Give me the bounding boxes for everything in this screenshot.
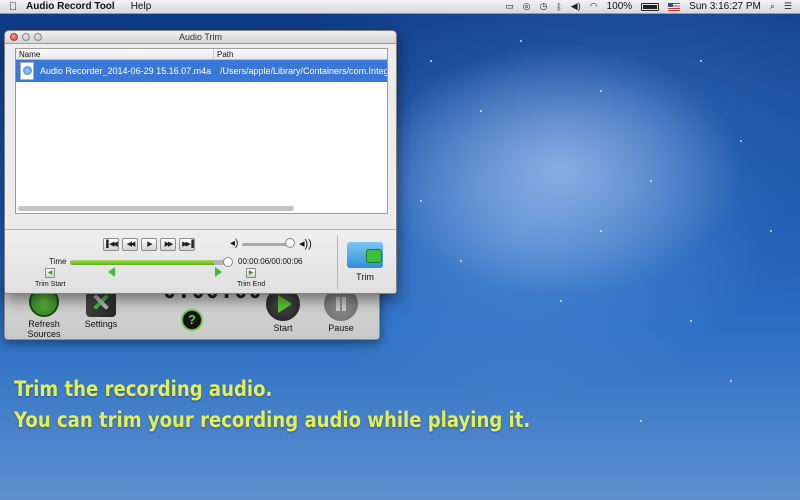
table-header: Name Path xyxy=(16,49,387,60)
bluetooth-icon[interactable]: ᛒ xyxy=(556,2,561,12)
volume-slider-knob[interactable] xyxy=(285,238,295,248)
skip-forward-icon: ▶▶▐ xyxy=(182,241,194,248)
pause-label: Pause xyxy=(328,323,354,333)
help-button[interactable]: ? xyxy=(181,309,205,331)
app-menu[interactable]: Audio Record Tool xyxy=(26,1,115,12)
file-path-cell: /Users/apple/Library/Containers/com.Inte… xyxy=(220,66,387,76)
notification-center-icon[interactable]: ☰ xyxy=(784,1,792,12)
fast-forward-button[interactable]: ▶▶ xyxy=(160,238,176,251)
trim-button[interactable]: Trim xyxy=(343,238,387,282)
help-icon: ? xyxy=(181,309,203,331)
battery-icon[interactable] xyxy=(641,2,660,11)
playback-position-slider[interactable] xyxy=(70,260,227,265)
window-title: Audio Trim xyxy=(178,32,222,42)
status-area: ▭ ◎ ◷ ᛒ ◀) ◠ 100% Sun 3:16:27 PM ⌕ ☰ xyxy=(505,1,800,12)
trim-end-marker[interactable] xyxy=(215,267,222,277)
column-header-name[interactable]: Name xyxy=(16,49,214,59)
close-window-icon[interactable] xyxy=(10,33,18,41)
trim-end-arrow-icon: ▶ xyxy=(248,270,254,276)
trim-controls-panel: ▌◀◀ ◀◀ ▶ ▶▶ ▶▶▐ ◂) ◂)) Time 00:00:06/00:… xyxy=(5,229,396,293)
horizontal-scrollbar[interactable] xyxy=(18,206,294,211)
skip-to-end-button[interactable]: ▶▶▐ xyxy=(179,238,195,251)
time-readout: 00:00:06/00:00:06 xyxy=(238,257,303,266)
rewind-button[interactable]: ◀◀ xyxy=(122,238,138,251)
time-label: Time xyxy=(49,257,67,266)
refresh-sources-button[interactable]: Refresh Sources xyxy=(11,287,77,339)
wifi-icon[interactable]: ◠ xyxy=(590,1,598,12)
display-icon[interactable]: ▭ xyxy=(505,1,514,12)
spotlight-search-icon[interactable]: ⌕ xyxy=(770,1,775,12)
volume-low-icon: ◂) xyxy=(230,238,239,249)
window-controls xyxy=(10,33,42,41)
trim-end-caption: Trim End xyxy=(237,281,266,288)
minimize-window-icon[interactable] xyxy=(22,33,30,41)
start-label: Start xyxy=(273,323,293,333)
apple-logo-icon[interactable]:  xyxy=(0,1,26,13)
zoom-window-icon[interactable] xyxy=(34,33,42,41)
trim-button-label: Trim xyxy=(356,272,374,282)
file-list-table[interactable]: Name Path Audio Recorder_2014-06-29 15.1… xyxy=(15,48,388,214)
refresh-sources-label: Refresh Sources xyxy=(27,319,61,339)
skip-back-icon: ▌◀◀ xyxy=(106,241,118,248)
audio-trim-window: Audio Trim Name Path Audio Recorder_2014… xyxy=(4,30,397,294)
window-titlebar[interactable]: Audio Trim xyxy=(5,31,396,44)
set-trim-start-button[interactable]: ◀ xyxy=(45,268,55,278)
table-row[interactable]: Audio Recorder_2014-06-29 15.16.07.m4a /… xyxy=(16,60,387,82)
play-button[interactable]: ▶ xyxy=(141,238,157,251)
trim-start-caption: Trim Start xyxy=(35,281,66,288)
fast-forward-icon: ▶▶ xyxy=(164,241,174,248)
trim-start-marker[interactable] xyxy=(108,267,115,277)
playback-progress-fill xyxy=(70,260,215,265)
audio-file-icon xyxy=(20,62,34,80)
skip-to-start-button[interactable]: ▌◀◀ xyxy=(103,238,119,251)
menu-clock[interactable]: Sun 3:16:27 PM xyxy=(689,1,761,12)
caption-line-1: Trim the recording audio. xyxy=(14,377,273,401)
promo-caption: Trim the recording audio. You can trim y… xyxy=(14,374,530,436)
transport-controls: ▌◀◀ ◀◀ ▶ ▶▶ ▶▶▐ xyxy=(103,238,195,251)
volume-high-icon: ◂)) xyxy=(299,238,312,250)
help-menu[interactable]: Help xyxy=(131,1,152,12)
time-machine-icon[interactable]: ◷ xyxy=(540,1,548,12)
caption-line-2: You can trim your recording audio while … xyxy=(14,408,531,432)
set-trim-end-button[interactable]: ▶ xyxy=(246,268,256,278)
trim-start-arrow-icon: ◀ xyxy=(47,270,53,276)
battery-percent: 100% xyxy=(606,1,633,12)
trim-folder-icon xyxy=(347,238,383,268)
play-icon: ▶ xyxy=(147,241,153,248)
sync-icon[interactable]: ◎ xyxy=(523,1,531,12)
menu-bar:  Audio Record Tool Help ▭ ◎ ◷ ᛒ ◀) ◠ 10… xyxy=(0,0,800,14)
us-flag-icon[interactable] xyxy=(668,2,681,11)
settings-label: Settings xyxy=(84,319,118,329)
playback-slider-knob[interactable] xyxy=(223,257,233,267)
panel-divider xyxy=(337,235,338,289)
column-header-path[interactable]: Path xyxy=(214,49,387,59)
rewind-icon: ◀◀ xyxy=(126,241,136,248)
volume-icon[interactable]: ◀) xyxy=(571,1,581,12)
file-name-cell: Audio Recorder_2014-06-29 15.16.07.m4a xyxy=(40,66,212,76)
